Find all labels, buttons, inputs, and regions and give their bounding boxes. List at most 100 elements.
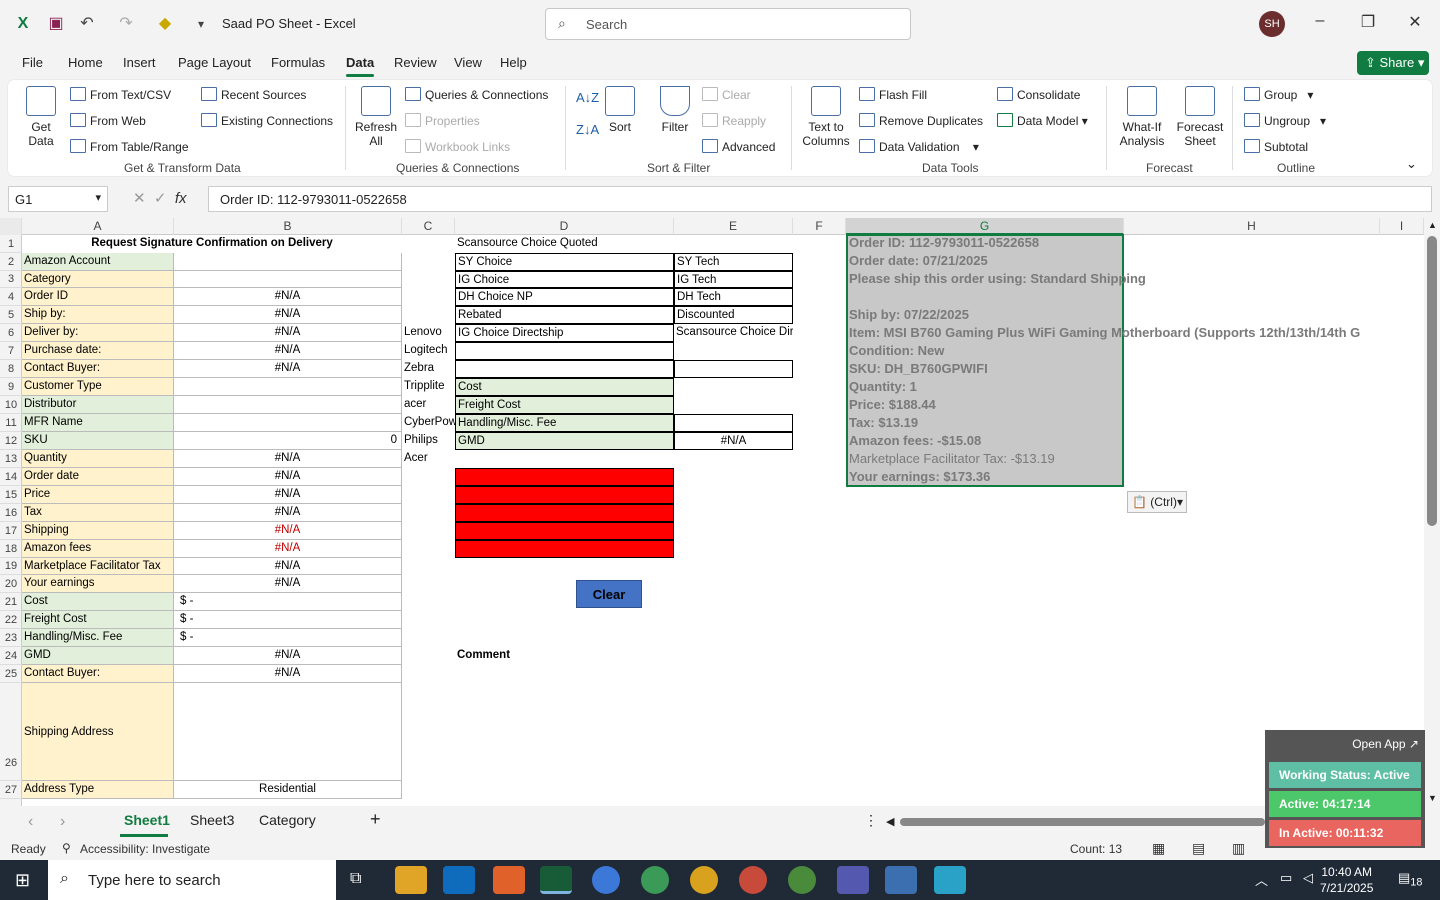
row-header[interactable]: 12 [0,432,22,450]
tab-page-layout[interactable]: Page Layout [178,55,251,70]
row-header[interactable]: 24 [0,647,22,665]
queries-connections-button[interactable]: Queries & Connections [405,87,548,102]
cell-b-value[interactable]: #N/A [174,450,402,468]
cell-a-label[interactable]: Your earnings [22,575,174,593]
cell-a-label[interactable]: Order ID [22,288,174,306]
row-header[interactable]: 6 [0,324,22,342]
windows-start-icon[interactable]: ⊞ [15,870,30,891]
cell-c-value[interactable]: Acer [402,450,455,468]
recent-sources-button[interactable]: Recent Sources [201,87,306,102]
row-header[interactable]: 27 [0,781,22,799]
normal-view-icon[interactable]: ▦ [1152,840,1165,857]
cell-a-label[interactable]: Tax [22,504,174,522]
network-icon[interactable]: ▭ [1280,870,1292,886]
more-options-icon[interactable]: ⋮ [864,812,878,829]
row-header[interactable]: 26 [0,683,22,781]
cell-e-value[interactable] [674,378,793,396]
task-view-icon[interactable]: ⧉ [350,870,361,888]
cell-a-label[interactable]: Cost [22,593,174,611]
excel-taskbar-icon[interactable] [540,866,572,894]
sheet-tab-category[interactable]: Category [259,812,316,828]
row-header[interactable]: 18 [0,540,22,558]
zoho-icon[interactable] [493,866,525,894]
row-header[interactable]: 13 [0,450,22,468]
cell-g-text[interactable]: Ship by: 07/22/2025 [849,307,969,322]
existing-connections-button[interactable]: Existing Connections [201,113,333,128]
row-header[interactable]: 3 [0,271,22,288]
cell-b-value[interactable]: Residential [174,781,402,799]
cell-a-label[interactable]: GMD [22,647,174,665]
row-header[interactable]: 17 [0,522,22,540]
tab-file[interactable]: File [22,55,43,70]
tab-home[interactable]: Home [68,55,103,70]
tab-view[interactable]: View [454,55,482,70]
restore-icon[interactable]: ❐ [1356,12,1380,32]
save-icon[interactable]: ▣ [45,13,67,35]
row-header[interactable]: 1 [0,235,22,253]
cell-b-value[interactable]: $ - [174,629,402,647]
row-header[interactable]: 9 [0,378,22,396]
clear-button[interactable]: Clear [576,580,642,608]
cell-a-label[interactable]: Shipping Address [22,683,174,781]
cell-b-value[interactable] [174,414,402,432]
cell-b-value[interactable]: #N/A [174,324,402,342]
flash-fill-button[interactable]: Flash Fill [859,87,927,102]
outlook-icon[interactable] [443,866,475,894]
chrome-icon[interactable] [641,866,669,894]
cell-comment[interactable]: Comment [455,647,674,665]
cell-g-text[interactable]: Amazon fees: -$15.08 [849,433,981,448]
cell-red-block[interactable] [455,540,674,558]
cell-a-label[interactable]: Order date [22,468,174,486]
cell-g-text[interactable]: Please ship this order using: Standard S… [849,271,1146,286]
cell-a-label[interactable]: Amazon fees [22,540,174,558]
cell-b-value[interactable]: #N/A [174,558,402,575]
row-header[interactable]: 21 [0,593,22,611]
cell-e-value[interactable] [674,342,793,360]
cell-d-value[interactable]: IG Choice Directship [455,324,674,342]
row-header[interactable]: 25 [0,665,22,683]
cell-a-label[interactable]: Price [22,486,174,504]
taskbar-search[interactable]: ⌕ Type here to search [48,860,336,900]
cell-a-label[interactable]: Distributor [22,396,174,414]
ungroup-button[interactable]: Ungroup ▾ [1244,113,1326,128]
share-button[interactable]: ⇪ Share ▾ [1357,51,1429,75]
filter-button[interactable]: Filter [656,86,694,134]
cancel-icon[interactable]: ✕ [133,190,146,207]
scroll-thumb[interactable] [1427,236,1437,526]
cell-g-text[interactable]: Price: $188.44 [849,397,936,412]
what-if-button[interactable]: What-If Analysis [1116,86,1168,148]
cell-b-value[interactable]: 0 [174,432,402,450]
check-icon[interactable]: ✓ [154,190,167,207]
cell-b-value[interactable]: #N/A [174,486,402,504]
clock[interactable]: 10:40 AM 7/21/2025 [1320,864,1373,896]
cell-e-value[interactable]: DH Tech [674,288,793,306]
tab-review[interactable]: Review [394,55,437,70]
search-input[interactable]: ⌕ Search [545,8,911,40]
notifications-icon[interactable]: ▤18 [1398,870,1422,889]
cell-a-label[interactable]: SKU [22,432,174,450]
cell-e-value[interactable] [674,414,793,432]
cell-b-value[interactable] [174,683,402,781]
col-header-b[interactable]: B [174,218,402,235]
workbook-links-button[interactable]: Workbook Links [405,139,510,154]
cell-a-label[interactable]: Freight Cost [22,611,174,629]
cell-a-label[interactable]: Purchase date: [22,342,174,360]
cell-g-text[interactable]: Marketplace Facilitator Tax: -$13.19 [849,451,1055,466]
scroll-left-icon[interactable]: ◀ [886,815,894,828]
cell-b-value[interactable]: #N/A [174,288,402,306]
accessibility-status[interactable]: Accessibility: Investigate [80,842,210,856]
undo-icon[interactable]: ↶ [76,13,98,35]
worksheet-grid[interactable]: A B C D E F G H I 1 2 3 4 5 6 7 8 9 10 11 12 13 14 15 1… [0,218,1424,806]
chrome-icon[interactable] [690,866,718,894]
cell-b-value[interactable]: #N/A [174,342,402,360]
cell-a-label[interactable]: Amazon Account [22,253,174,271]
row-header[interactable]: 14 [0,468,22,486]
subtotal-button[interactable]: Subtotal [1244,139,1308,154]
cell-b-value[interactable]: #N/A [174,540,402,558]
vertical-scrollbar[interactable]: ▲ ▼ [1424,218,1440,806]
get-data-button[interactable]: Get Data [20,86,62,148]
refresh-all-button[interactable]: Refresh All [354,86,398,148]
cell-g-text[interactable]: Tax: $13.19 [849,415,918,430]
cell-c-value[interactable]: Lenovo [402,324,455,342]
cell-b-value[interactable] [174,396,402,414]
